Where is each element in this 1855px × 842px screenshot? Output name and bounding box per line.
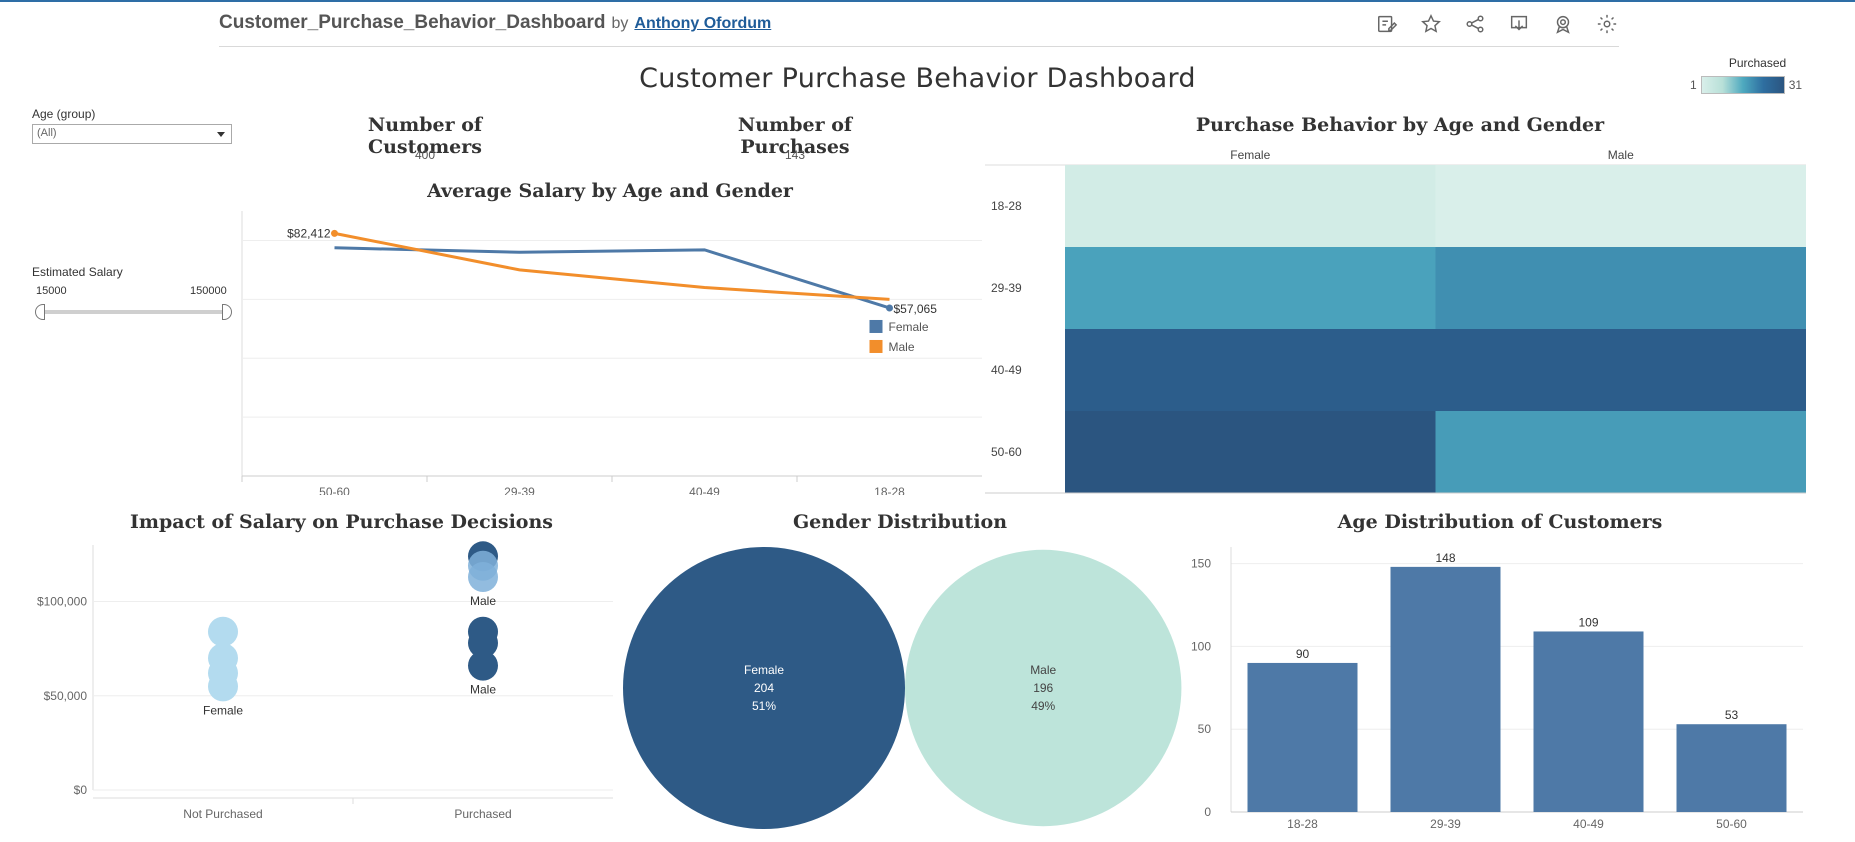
- legend-label: Male: [889, 340, 915, 354]
- salary-min-value: 15000: [36, 285, 67, 297]
- workbook-toolbar: Customer_Purchase_Behavior_Dashboard by …: [219, 2, 1619, 47]
- x-tick-label: Purchased: [454, 807, 511, 821]
- impact-title: Impact of Salary on Purchase Decisions: [130, 511, 553, 533]
- slice-value: 196: [1033, 681, 1053, 695]
- kpi-purchases-value: 143: [784, 148, 806, 162]
- scatter-point: [468, 562, 498, 593]
- slice-value: 204: [754, 681, 774, 695]
- bar-value-label: 109: [1578, 615, 1598, 629]
- slice-name: Male: [1030, 663, 1056, 677]
- legend-title: Purchased: [1728, 56, 1787, 70]
- heatmap-cell: [1435, 329, 1806, 411]
- data-label: $57,065: [894, 302, 938, 316]
- heatmap-cell: [1065, 411, 1436, 493]
- impact-scatter-chart: $0 $50,000 $100,000 Not Purchased Purchased F…: [37, 541, 613, 821]
- series-line-male: [334, 231, 890, 301]
- salary-slider-min-handle[interactable]: [35, 304, 45, 320]
- scatter-point: [208, 616, 238, 647]
- age-filter-value: (All): [37, 127, 57, 139]
- color-legend: Purchased 1 31: [1690, 56, 1825, 94]
- y-tick-label: $50,000: [44, 689, 88, 703]
- point-label: Female: [203, 703, 243, 717]
- y-tick-label: $0: [74, 783, 88, 797]
- point-male-start: [331, 229, 338, 237]
- x-tick-label: 18-28: [874, 485, 905, 495]
- y-tick-label: 50: [1198, 722, 1212, 736]
- edit-icon[interactable]: [1375, 12, 1399, 36]
- data-label: $82,412: [287, 226, 331, 240]
- legend-gradient: [1700, 76, 1785, 94]
- legend-swatch-female: [869, 319, 883, 333]
- age-filter-label: Age (group): [32, 107, 96, 121]
- heatmap-cell: [1435, 165, 1806, 247]
- point-label: Male: [470, 594, 496, 608]
- row-header: 18-28: [991, 199, 1022, 213]
- bar-value-label: 90: [1296, 647, 1310, 661]
- age-distribution-bar-chart: 0 50 100 150 90 18-28 148 29-39 109 40-49 53 50-60: [1191, 547, 1803, 831]
- scatter-point: [468, 650, 498, 681]
- heatmap-cell: [1065, 165, 1436, 247]
- x-tick-label: 50-60: [319, 485, 350, 495]
- y-tick-label: $100,000: [37, 595, 87, 609]
- legend-swatch-male: [869, 339, 883, 353]
- heatmap-cell: [1435, 411, 1806, 493]
- slice-percent: 51%: [752, 699, 776, 713]
- dashboard-title: Customer Purchase Behavior Dashboard: [639, 63, 1196, 94]
- slice-name: Female: [744, 663, 784, 677]
- bar-value-label: 148: [1435, 551, 1455, 565]
- x-tick-label: 29-39: [1430, 817, 1461, 831]
- y-tick-label: 0: [1204, 805, 1211, 819]
- x-tick-label: 29-39: [504, 485, 535, 495]
- row-header: 40-49: [991, 363, 1022, 377]
- row-header: 50-60: [991, 445, 1022, 459]
- download-icon[interactable]: [1507, 12, 1531, 36]
- x-tick-label: Not Purchased: [183, 807, 262, 821]
- purchase-heatmap: Female Male 18-28 29-39 40-49 50-60: [985, 148, 1806, 494]
- salary-max-value: 150000: [190, 285, 227, 297]
- avg-salary-line-chart: 50-60 29-39 40-49 18-28 $82,412 $57,065 Female…: [241, 211, 982, 495]
- age-filter-dropdown[interactable]: (All): [32, 124, 232, 144]
- x-tick-label: 40-49: [1573, 817, 1604, 831]
- byline-label: by: [611, 15, 629, 32]
- column-header: Female: [1230, 148, 1270, 162]
- slice-percent: 49%: [1031, 699, 1055, 713]
- toolbar-actions: [1375, 12, 1619, 36]
- heatmap-cell: [1435, 247, 1806, 329]
- legend-max: 31: [1788, 78, 1803, 92]
- y-tick-label: 100: [1191, 639, 1211, 653]
- bar: [1676, 724, 1787, 812]
- point-label: Male: [470, 683, 496, 697]
- heatmap-cell: [1065, 247, 1436, 329]
- point-female-end: [886, 304, 893, 312]
- column-header: Male: [1608, 148, 1634, 162]
- heatmap-cell: [1065, 329, 1436, 411]
- bar: [1390, 566, 1501, 812]
- bar-value-label: 53: [1725, 708, 1739, 722]
- x-tick-label: 18-28: [1287, 817, 1318, 831]
- bar: [1247, 662, 1358, 812]
- scatter-point: [208, 671, 238, 702]
- row-header: 29-39: [991, 281, 1022, 295]
- gender-distribution-chart: Female 204 51% Male 196 49%: [623, 547, 1182, 829]
- salary-slider-track[interactable]: [40, 310, 228, 314]
- x-tick-label: 40-49: [689, 485, 720, 495]
- y-tick-label: 150: [1191, 557, 1211, 571]
- workbook-title: Customer_Purchase_Behavior_Dashboard: [219, 12, 606, 33]
- metrics-icon[interactable]: [1551, 12, 1575, 36]
- gender-title: Gender Distribution: [792, 511, 1008, 533]
- legend-min: 1: [1690, 78, 1697, 92]
- x-tick-label: 50-60: [1716, 817, 1747, 831]
- star-icon[interactable]: [1419, 12, 1443, 36]
- age-dist-title: Age Distribution of Customers: [1337, 511, 1663, 533]
- author-link[interactable]: Anthony Ofordum: [634, 15, 771, 33]
- heatmap-title: Purchase Behavior by Age and Gender: [1195, 114, 1605, 136]
- bar: [1533, 631, 1644, 812]
- chevron-down-icon: [217, 132, 225, 137]
- settings-icon[interactable]: [1595, 12, 1619, 36]
- share-icon[interactable]: [1463, 12, 1487, 36]
- kpi-customers-value: 400: [414, 148, 436, 162]
- legend-label: Female: [889, 320, 929, 334]
- avg-salary-title: Average Salary by Age and Gender: [427, 180, 793, 202]
- salary-filter-label: Estimated Salary: [32, 265, 123, 279]
